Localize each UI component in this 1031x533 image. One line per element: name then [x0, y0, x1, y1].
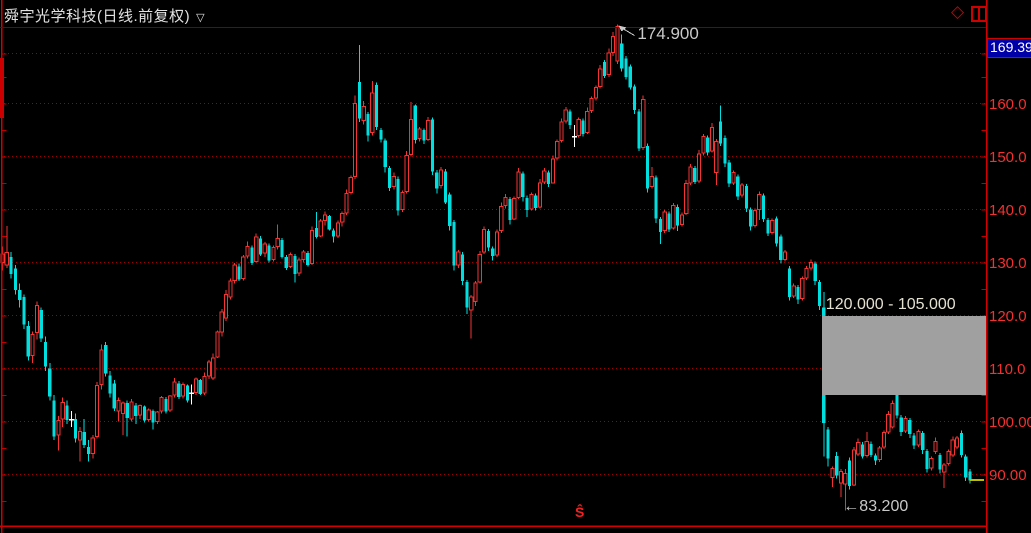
title-bar: 舜宇光学科技(日线.前复权) ▽ ◇	[0, 0, 1031, 27]
chart-borders	[0, 0, 988, 533]
left-scroll-indicator[interactable]	[0, 58, 4, 118]
axis-ticks	[2, 54, 986, 502]
y-axis-label: 150.0	[989, 149, 1027, 166]
last-price-marker	[970, 479, 984, 481]
y-axis-label: 90.00	[989, 467, 1027, 484]
price-range-annotation-box[interactable]	[822, 316, 986, 396]
y-axis-label: 160.0	[989, 96, 1027, 113]
top-price-badge: 169.39	[987, 38, 1031, 58]
gridlines	[4, 54, 985, 475]
event-marker-icon[interactable]: Ŝ	[575, 504, 584, 520]
y-axis-label: 140.0	[989, 202, 1027, 219]
y-axis-label: 130.0	[989, 255, 1027, 272]
candles	[1, 25, 972, 511]
diamond-icon[interactable]: ◇	[951, 2, 964, 22]
low-price-annotation: ←83.200	[843, 498, 908, 516]
symbol-title-text: 舜宇光学科技(日线.前复权)	[4, 8, 190, 25]
y-axis-label: 110.0	[989, 361, 1025, 378]
stock-chart-window: 舜宇光学科技(日线.前复权) ▽ ◇ 160.0 150.0 140.0 130.0 12…	[0, 0, 1031, 533]
y-axis-label: 100.00	[989, 414, 1031, 431]
peak-price-annotation: 174.900	[637, 24, 698, 44]
candlestick-chart[interactable]	[0, 0, 1031, 533]
chevron-down-icon[interactable]: ▽	[196, 12, 205, 24]
range-box-label: 120.000 - 105.000	[826, 296, 956, 314]
symbol-title[interactable]: 舜宇光学科技(日线.前复权) ▽	[4, 5, 205, 26]
split-window-icon[interactable]	[971, 6, 987, 22]
y-axis-label: 120.0	[989, 308, 1027, 325]
